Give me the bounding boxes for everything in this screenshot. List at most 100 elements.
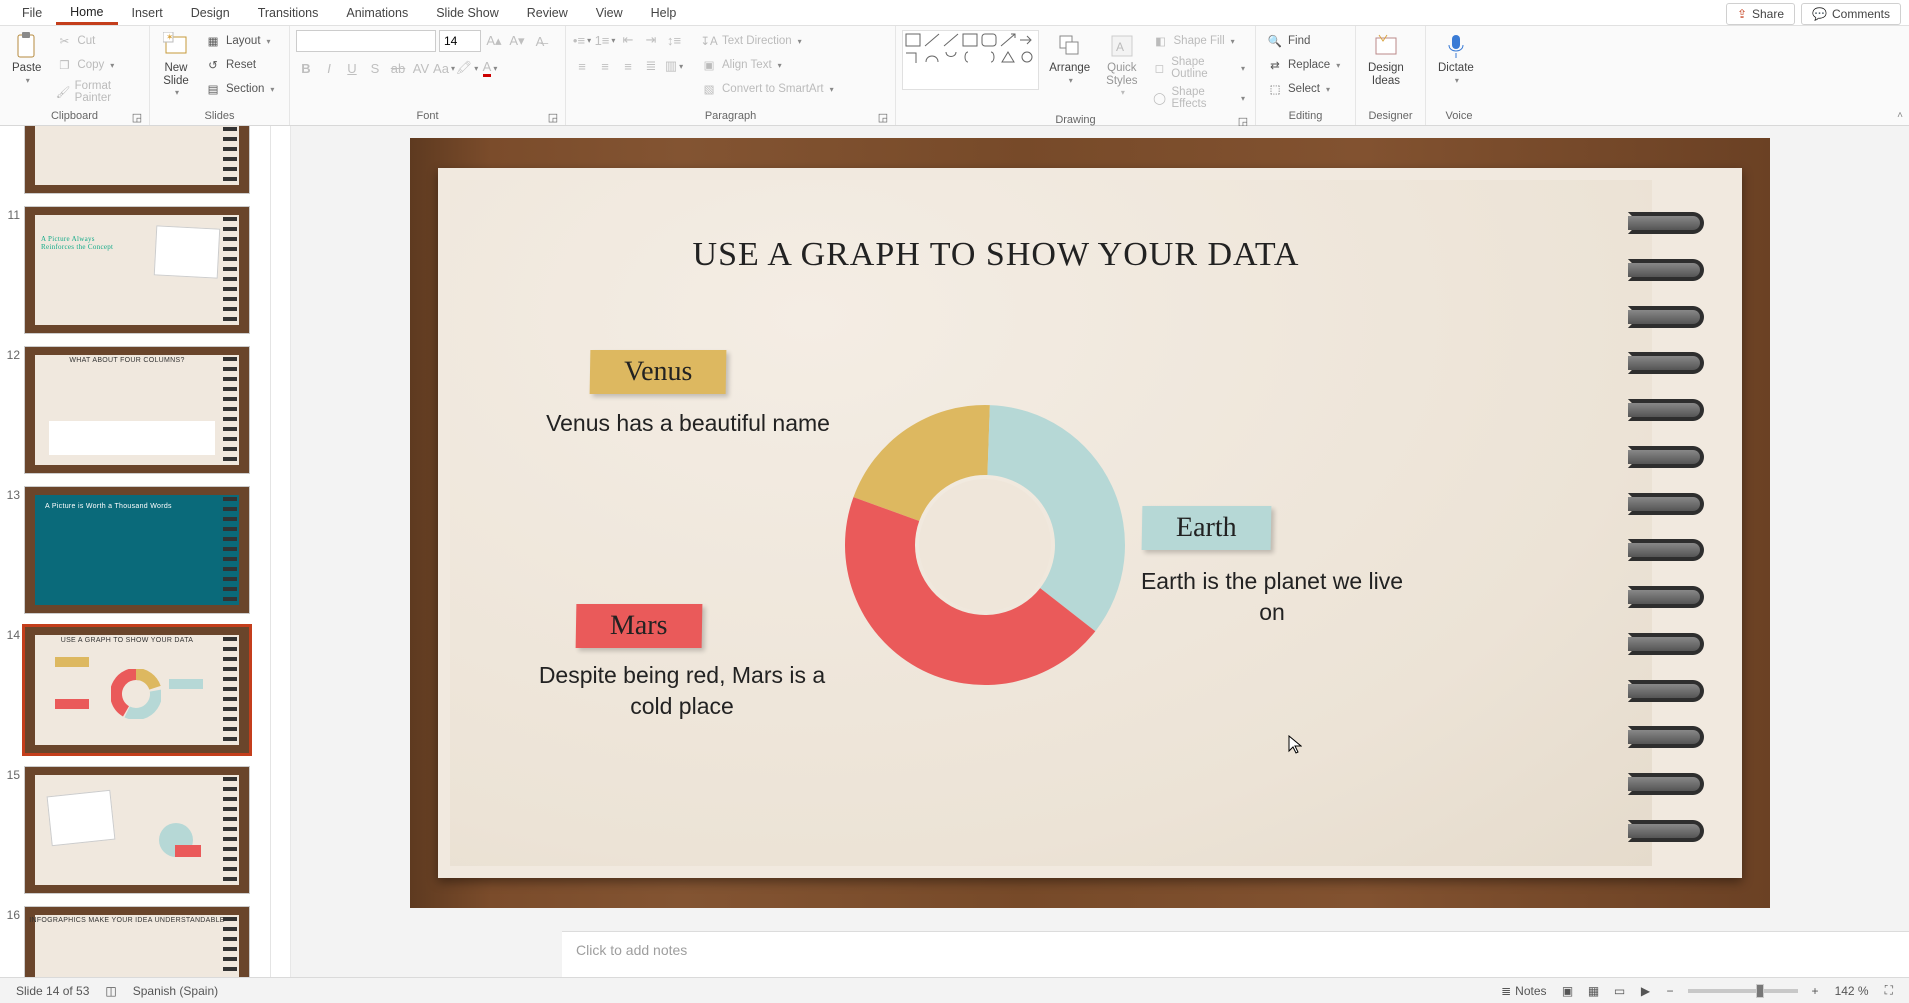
slide-thumbnail[interactable] xyxy=(24,126,250,194)
shadow-icon[interactable]: S xyxy=(365,58,385,78)
language-button[interactable]: Spanish (Spain) xyxy=(125,984,226,998)
change-case-icon[interactable]: Aa▾ xyxy=(434,58,454,78)
format-painter-button[interactable]: 🖌Format Painter xyxy=(51,78,143,106)
line-spacing-icon[interactable]: ↕≡ xyxy=(664,30,684,50)
cut-button[interactable]: ✂Cut xyxy=(51,30,143,52)
slide-thumbnail[interactable]: A Picture is Worth a Thousand Words xyxy=(24,486,250,614)
spacing-icon[interactable]: AV xyxy=(411,58,431,78)
underline-icon[interactable]: U xyxy=(342,58,362,78)
font-color-icon[interactable]: A▾ xyxy=(480,58,500,78)
view-slideshow-icon[interactable]: ▶ xyxy=(1633,981,1659,1001)
indent-dec-icon[interactable]: ⇤ xyxy=(618,30,638,50)
fit-window-icon[interactable]: ⛶ xyxy=(1877,983,1901,998)
tab-help[interactable]: Help xyxy=(637,1,691,25)
arrange-icon xyxy=(1056,32,1084,60)
columns-icon[interactable]: ▥▾ xyxy=(664,56,684,76)
convert-smartart-button[interactable]: ▧Convert to SmartArt▾ xyxy=(696,78,838,100)
slide-counter[interactable]: Slide 14 of 53 xyxy=(8,984,97,998)
tab-file[interactable]: File xyxy=(8,1,56,25)
group-font-label: Font xyxy=(416,110,438,122)
notes-input[interactable]: Click to add notes xyxy=(562,931,1909,977)
tape-mars[interactable]: Mars xyxy=(576,604,702,648)
accessibility-icon[interactable]: ◫ xyxy=(97,984,124,998)
dialog-launcher-icon[interactable]: ◲ xyxy=(547,111,559,123)
slide-thumbnail[interactable]: WHAT ABOUT FOUR COLUMNS? xyxy=(24,346,250,474)
quick-styles-button[interactable]: A Quick Styles▾ xyxy=(1100,30,1143,100)
tape-venus[interactable]: Venus xyxy=(590,350,727,394)
slide-editor[interactable]: USE A GRAPH TO SHOW YOUR DATA Venus Venu… xyxy=(271,126,1909,977)
align-text-button[interactable]: ▣Align Text▾ xyxy=(696,54,838,76)
bold-icon[interactable]: B xyxy=(296,58,316,78)
tab-animations[interactable]: Animations xyxy=(332,1,422,25)
strike-icon[interactable]: ab xyxy=(388,58,408,78)
dictate-button[interactable]: Dictate▾ xyxy=(1432,30,1480,87)
copy-icon: ❐ xyxy=(55,56,73,74)
collapse-ribbon-icon[interactable]: ˄ xyxy=(1897,110,1903,121)
view-sorter-icon[interactable]: ▦ xyxy=(1581,981,1607,1001)
align-left-icon[interactable]: ≡ xyxy=(572,56,592,76)
share-button[interactable]: ⇪ Share xyxy=(1726,3,1795,25)
desc-earth[interactable]: Earth is the planet we live on xyxy=(1132,566,1412,628)
tape-earth[interactable]: Earth xyxy=(1142,506,1271,550)
zoom-out-icon[interactable]: − xyxy=(1659,984,1682,998)
select-button[interactable]: ⬚Select▾ xyxy=(1262,78,1344,100)
donut-chart[interactable] xyxy=(820,380,1150,710)
indent-inc-icon[interactable]: ⇥ xyxy=(641,30,661,50)
shape-outline-button[interactable]: ◻Shape Outline▾ xyxy=(1148,54,1250,82)
zoom-slider[interactable] xyxy=(1688,989,1798,993)
notes-toggle[interactable]: ≣ Notes xyxy=(1493,984,1554,998)
zoom-value[interactable]: 142 % xyxy=(1827,984,1877,998)
design-ideas-button[interactable]: Design Ideas xyxy=(1362,30,1410,89)
slide-title[interactable]: USE A GRAPH TO SHOW YOUR DATA xyxy=(450,236,1542,274)
thumb-number: 15 xyxy=(2,766,20,782)
paste-button[interactable]: Paste ▾ xyxy=(6,30,47,87)
slide-thumbnail[interactable]: INFOGRAPHICS MAKE YOUR IDEA UNDERSTANDAB… xyxy=(24,906,250,977)
increase-font-icon[interactable]: A▴ xyxy=(484,31,504,51)
dialog-launcher-icon[interactable]: ◲ xyxy=(131,111,143,123)
bullets-icon[interactable]: •≡▾ xyxy=(572,30,592,50)
tab-review[interactable]: Review xyxy=(513,1,582,25)
view-normal-icon[interactable]: ▣ xyxy=(1555,981,1581,1001)
align-right-icon[interactable]: ≡ xyxy=(618,56,638,76)
highlight-icon[interactable]: 🖍▾ xyxy=(457,58,477,78)
view-reading-icon[interactable]: ▭ xyxy=(1607,981,1633,1001)
new-slide-button[interactable]: ✶ New Slide ▾ xyxy=(156,30,196,100)
slide-canvas[interactable]: USE A GRAPH TO SHOW YOUR DATA Venus Venu… xyxy=(410,138,1770,908)
clear-format-icon[interactable]: A̶ xyxy=(530,31,550,51)
replace-button[interactable]: ⇄Replace▾ xyxy=(1262,54,1344,76)
dialog-launcher-icon[interactable]: ◲ xyxy=(877,111,889,123)
font-name-input[interactable] xyxy=(296,30,436,52)
desc-venus[interactable]: Venus has a beautiful name xyxy=(538,408,838,439)
slide-thumbnail[interactable]: A Picture Always Reinforces the Concept xyxy=(24,206,250,334)
layout-icon: ▦ xyxy=(204,32,222,50)
section-button[interactable]: ▤Section▾ xyxy=(200,78,278,100)
copy-button[interactable]: ❐Copy▾ xyxy=(51,54,143,76)
desc-mars[interactable]: Despite being red, Mars is a cold place xyxy=(522,660,842,722)
layout-button[interactable]: ▦Layout▾ xyxy=(200,30,278,52)
tab-slideshow[interactable]: Slide Show xyxy=(422,1,513,25)
slide-thumbnail-selected[interactable]: USE A GRAPH TO SHOW YOUR DATA xyxy=(24,626,250,754)
zoom-in-icon[interactable]: + xyxy=(1804,984,1827,998)
tab-home[interactable]: Home xyxy=(56,0,117,25)
text-direction-button[interactable]: ↧AText Direction▾ xyxy=(696,30,838,52)
tab-design[interactable]: Design xyxy=(177,1,244,25)
decrease-font-icon[interactable]: A▾ xyxy=(507,31,527,51)
tab-view[interactable]: View xyxy=(582,1,637,25)
font-size-input[interactable] xyxy=(439,30,481,52)
shapes-gallery[interactable] xyxy=(902,30,1039,90)
numbering-icon[interactable]: 1≡▾ xyxy=(595,30,615,50)
tab-transitions[interactable]: Transitions xyxy=(244,1,333,25)
justify-icon[interactable]: ≣ xyxy=(641,56,661,76)
thumb-number: 16 xyxy=(2,906,20,922)
arrange-button[interactable]: Arrange▾ xyxy=(1043,30,1096,87)
italic-icon[interactable]: I xyxy=(319,58,339,78)
shape-effects-button[interactable]: ◯Shape Effects▾ xyxy=(1148,84,1250,112)
align-center-icon[interactable]: ≡ xyxy=(595,56,615,76)
find-button[interactable]: 🔍Find xyxy=(1262,30,1344,52)
comments-button[interactable]: 💬 Comments xyxy=(1801,3,1901,25)
menu-tabs: File Home Insert Design Transitions Anim… xyxy=(0,0,1909,26)
reset-button[interactable]: ↺Reset xyxy=(200,54,278,76)
tab-insert[interactable]: Insert xyxy=(118,1,177,25)
shape-fill-button[interactable]: ◧Shape Fill▾ xyxy=(1148,30,1250,52)
slide-thumbnail[interactable] xyxy=(24,766,250,894)
